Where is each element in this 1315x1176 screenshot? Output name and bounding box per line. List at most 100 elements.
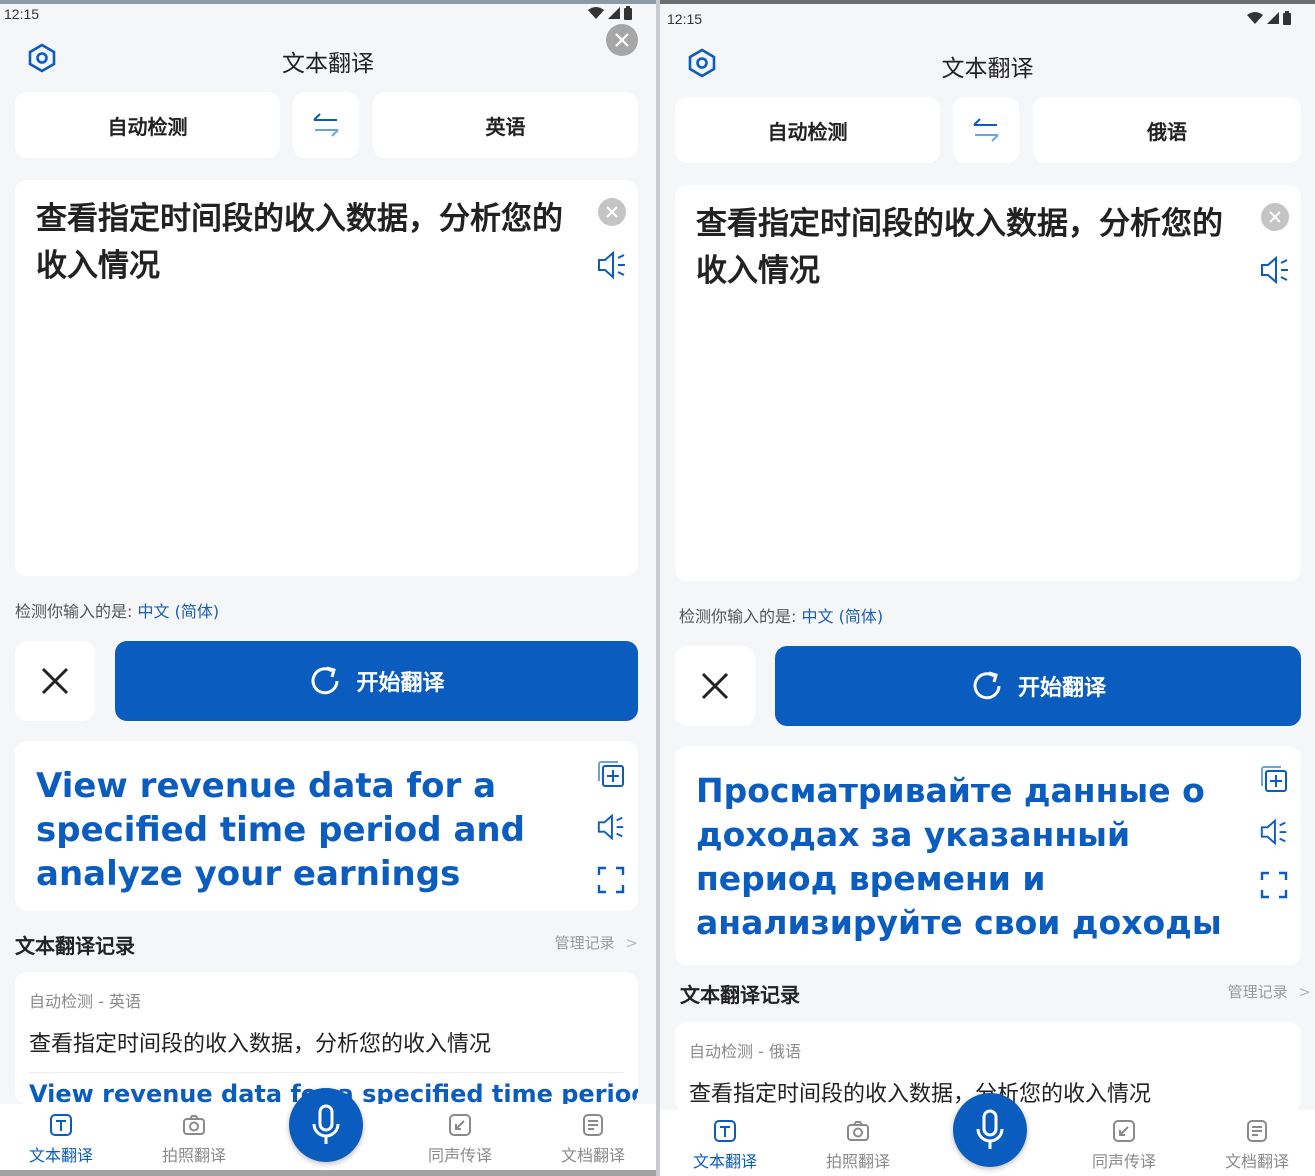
history-item-source: 查看指定时间段的收入数据，分析您的收入情况 bbox=[689, 1082, 1152, 1107]
swap-arrows-icon bbox=[973, 118, 999, 142]
close-icon bbox=[615, 33, 629, 47]
nav-voice-translate[interactable]: 同声传译 bbox=[1069, 1118, 1179, 1172]
translation-result: Просматривайте данные о доходах за указа… bbox=[675, 746, 1301, 965]
close-icon bbox=[1269, 211, 1281, 223]
target-language-button[interactable]: 英语 bbox=[373, 92, 638, 158]
status-bar: 12:15 bbox=[0, 4, 656, 28]
interpreter-icon bbox=[1113, 1120, 1135, 1142]
manage-history-link[interactable]: 管理记录 > bbox=[555, 932, 638, 953]
translated-text: Просматривайте данные о доходах за указа… bbox=[696, 771, 1222, 942]
app-header: 文本翻译 bbox=[0, 24, 656, 90]
manage-history-link[interactable]: 管理记录 > bbox=[1228, 981, 1311, 1002]
nav-document-translate[interactable]: 文档翻译 bbox=[538, 1112, 648, 1166]
source-text-input[interactable]: 查看指定时间段的收入数据，分析您的收入情况 bbox=[675, 185, 1301, 581]
history-item-divider bbox=[29, 1072, 624, 1073]
text-t-icon bbox=[50, 1114, 72, 1136]
camera-icon bbox=[183, 1115, 205, 1135]
history-title: 文本翻译记录 bbox=[680, 983, 800, 1007]
action-row: 开始翻译 bbox=[15, 641, 638, 721]
nav-voice-translate-label: 同声传译 bbox=[427, 1146, 492, 1165]
detected-language-value[interactable]: 中文 (简体) bbox=[138, 602, 220, 621]
signal-icon bbox=[608, 7, 620, 19]
wifi-icon bbox=[588, 7, 604, 19]
detected-language-value[interactable]: 中文 (简体) bbox=[802, 607, 884, 626]
voice-input-button[interactable] bbox=[289, 1088, 363, 1162]
start-translation-button[interactable]: 开始翻译 bbox=[115, 641, 638, 721]
start-translation-label: 开始翻译 bbox=[1017, 676, 1106, 701]
wifi-icon bbox=[1247, 12, 1263, 24]
close-icon bbox=[701, 672, 729, 700]
cancel-button[interactable] bbox=[675, 646, 755, 726]
history-item-languages: 自动检测 - 俄语 bbox=[689, 1042, 801, 1061]
source-language-button[interactable]: 自动检测 bbox=[15, 92, 280, 158]
document-icon bbox=[1247, 1120, 1267, 1142]
clear-input-button[interactable] bbox=[598, 198, 626, 226]
nav-photo-translate-label: 拍照翻译 bbox=[161, 1146, 226, 1165]
source-text[interactable]: 查看指定时间段的收入数据，分析您的收入情况 bbox=[696, 201, 1241, 295]
swap-languages-button[interactable] bbox=[293, 92, 359, 158]
source-language-button[interactable]: 自动检测 bbox=[675, 97, 940, 163]
status-time: 12:15 bbox=[667, 11, 703, 27]
detected-language-label: 检测你输入的是: bbox=[679, 607, 797, 626]
status-time: 12:15 bbox=[4, 6, 40, 22]
clear-input-button[interactable] bbox=[1261, 203, 1289, 231]
nav-text-translate-label: 文本翻译 bbox=[28, 1146, 93, 1165]
chevron-right-icon: > bbox=[1298, 983, 1311, 1001]
nav-document-translate[interactable]: 文档翻译 bbox=[1202, 1118, 1312, 1172]
close-icon bbox=[606, 206, 618, 218]
nav-document-translate-label: 文档翻译 bbox=[1224, 1152, 1289, 1171]
history-item-languages: 自动检测 - 英语 bbox=[29, 992, 141, 1011]
copy-add-icon[interactable] bbox=[596, 759, 626, 789]
nav-voice-translate[interactable]: 同声传译 bbox=[405, 1112, 515, 1166]
nav-voice-translate-label: 同声传译 bbox=[1091, 1152, 1156, 1171]
history-item-source: 查看指定时间段的收入数据，分析您的收入情况 bbox=[29, 1032, 492, 1057]
swap-arrows-icon bbox=[313, 113, 339, 137]
window-top-edge bbox=[660, 0, 1315, 4]
detected-language: 检测你输入的是: 中文 (简体) bbox=[679, 603, 883, 627]
manage-history-label: 管理记录 bbox=[1227, 983, 1288, 1001]
translation-result: View revenue data for a specified time p… bbox=[15, 741, 638, 911]
speaker-icon[interactable] bbox=[1259, 255, 1291, 285]
nav-text-translate[interactable]: 文本翻译 bbox=[6, 1112, 116, 1166]
speaker-icon[interactable] bbox=[1259, 817, 1289, 847]
speaker-icon[interactable] bbox=[596, 250, 628, 280]
nav-text-translate[interactable]: 文本翻译 bbox=[670, 1118, 780, 1172]
status-icons bbox=[1247, 11, 1291, 25]
swap-languages-button[interactable] bbox=[953, 97, 1019, 163]
voice-input-button[interactable] bbox=[953, 1093, 1027, 1167]
refresh-icon bbox=[312, 666, 339, 695]
start-translation-button[interactable]: 开始翻译 bbox=[775, 646, 1301, 726]
nav-photo-translate[interactable]: 拍照翻译 bbox=[139, 1112, 249, 1166]
detected-language-label: 检测你输入的是: bbox=[15, 602, 133, 621]
page-title: 文本翻译 bbox=[941, 56, 1034, 82]
status-bar: 12:15 bbox=[660, 9, 1315, 33]
chevron-right-icon: > bbox=[625, 934, 638, 952]
nav-bottom-strip bbox=[0, 1170, 656, 1176]
nav-photo-translate[interactable]: 拍照翻译 bbox=[803, 1118, 913, 1172]
source-text[interactable]: 查看指定时间段的收入数据，分析您的收入情况 bbox=[36, 196, 578, 290]
interpreter-icon bbox=[449, 1114, 471, 1136]
copy-add-icon[interactable] bbox=[1259, 764, 1289, 794]
fullscreen-icon[interactable] bbox=[1259, 870, 1289, 900]
text-t-icon bbox=[714, 1120, 736, 1142]
page-title: 文本翻译 bbox=[282, 51, 374, 77]
microphone-icon bbox=[976, 1109, 1004, 1149]
speaker-icon[interactable] bbox=[596, 812, 626, 842]
target-language-button[interactable]: 俄语 bbox=[1033, 97, 1301, 163]
manage-history-label: 管理记录 bbox=[554, 934, 615, 952]
battery-icon bbox=[1283, 11, 1291, 25]
source-text-input[interactable]: 查看指定时间段的收入数据，分析您的收入情况 bbox=[15, 180, 638, 576]
history-item[interactable]: 自动检测 - 英语 查看指定时间段的收入数据，分析您的收入情况 View rev… bbox=[15, 972, 638, 1104]
status-icons bbox=[588, 6, 632, 20]
start-translation-label: 开始翻译 bbox=[356, 671, 445, 696]
cancel-button[interactable] bbox=[15, 641, 95, 721]
microphone-icon bbox=[312, 1104, 340, 1144]
translator-window-russian: 12:15 文本翻译 自动检测 俄语 查看指定时间段的收入数据，分析您的收入情况 bbox=[660, 0, 1315, 1176]
history-title: 文本翻译记录 bbox=[15, 934, 135, 958]
camera-icon bbox=[847, 1121, 869, 1141]
fullscreen-icon[interactable] bbox=[596, 865, 626, 895]
close-button[interactable] bbox=[606, 24, 638, 56]
action-row: 开始翻译 bbox=[675, 646, 1301, 726]
document-icon bbox=[583, 1114, 603, 1136]
signal-icon bbox=[1267, 12, 1279, 24]
